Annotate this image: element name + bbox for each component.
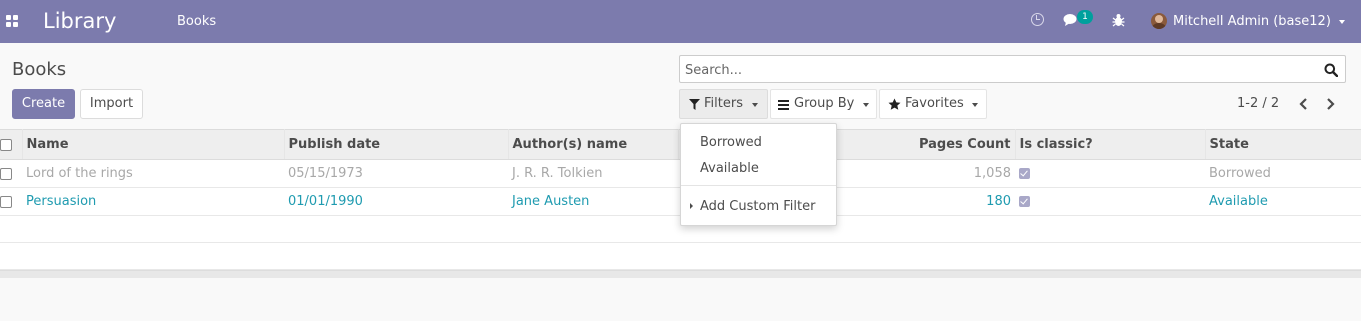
cell-name[interactable]: Persuasion bbox=[22, 187, 284, 216]
chevron-right-icon[interactable] bbox=[1323, 96, 1337, 112]
pager-value[interactable]: 1-2 / 2 bbox=[1237, 96, 1279, 112]
cell-is-classic[interactable] bbox=[1015, 187, 1205, 216]
cell-state[interactable]: Available bbox=[1205, 187, 1361, 216]
chat-count-badge: 1 bbox=[1077, 10, 1093, 24]
top-navbar: Library Books 1 Mitchell Admin (base12) bbox=[0, 0, 1361, 43]
cell-authors[interactable]: J. R. R. Tolkien bbox=[508, 159, 678, 188]
breadcrumb: Books bbox=[12, 59, 67, 80]
dropdown-divider bbox=[681, 185, 836, 186]
empty-row bbox=[0, 242, 1361, 270]
caret-right-icon bbox=[690, 203, 693, 209]
group-by-caret-icon bbox=[863, 103, 869, 107]
cell-state[interactable]: Borrowed bbox=[1205, 159, 1361, 188]
group-by-button[interactable]: Group By bbox=[770, 89, 877, 119]
select-all-checkbox[interactable] bbox=[0, 138, 12, 151]
avatar[interactable] bbox=[1151, 13, 1167, 29]
column-header-is-classic[interactable]: Is classic? bbox=[1015, 129, 1206, 160]
select-all-cell bbox=[0, 129, 23, 160]
chevron-left-icon[interactable] bbox=[1297, 96, 1311, 112]
search-icon[interactable] bbox=[1324, 63, 1338, 77]
search-box bbox=[679, 55, 1346, 83]
bug-icon[interactable] bbox=[1112, 13, 1125, 27]
empty-cell bbox=[0, 242, 1361, 270]
create-button[interactable]: Create bbox=[12, 89, 75, 119]
favorites-button[interactable]: Favorites bbox=[879, 89, 987, 119]
cell-is-classic[interactable] bbox=[1015, 159, 1205, 188]
favorites-label: Favorites bbox=[905, 96, 964, 111]
column-header-publish-date[interactable]: Publish date bbox=[284, 129, 509, 160]
menu-item-books[interactable]: Books bbox=[177, 14, 216, 30]
is-classic-checkbox bbox=[1019, 196, 1030, 207]
user-menu-name[interactable]: Mitchell Admin (base12) bbox=[1173, 14, 1331, 30]
cell-authors[interactable]: Jane Austen bbox=[508, 187, 678, 216]
filters-caret-icon bbox=[752, 103, 758, 107]
filters-button[interactable]: Filters bbox=[679, 89, 768, 119]
cell-publish-date[interactable]: 05/15/1973 bbox=[284, 159, 508, 188]
add-custom-filter-item[interactable]: Add Custom Filter bbox=[700, 199, 815, 215]
import-button[interactable]: Import bbox=[80, 89, 143, 119]
favorites-caret-icon bbox=[972, 103, 978, 107]
filters-label: Filters bbox=[704, 96, 743, 111]
filter-icon bbox=[689, 99, 700, 110]
user-menu-caret-icon[interactable] bbox=[1339, 20, 1345, 24]
table-footer bbox=[0, 270, 1361, 278]
star-icon bbox=[888, 98, 901, 110]
row-checkbox[interactable] bbox=[0, 167, 12, 180]
filter-option-available[interactable]: Available bbox=[700, 161, 759, 177]
apps-grid-icon[interactable] bbox=[6, 15, 18, 27]
row-checkbox[interactable] bbox=[0, 195, 12, 208]
cell-name[interactable]: Lord of the rings bbox=[22, 159, 284, 188]
list-icon bbox=[778, 100, 789, 110]
filters-dropdown: Borrowed Available Add Custom Filter bbox=[680, 123, 837, 226]
column-header-state[interactable]: State bbox=[1205, 129, 1361, 160]
cell-publish-date[interactable]: 01/01/1990 bbox=[284, 187, 508, 216]
clock-icon[interactable] bbox=[1031, 13, 1044, 26]
search-input[interactable] bbox=[685, 61, 1285, 79]
column-header-authors[interactable]: Author(s) name bbox=[508, 129, 679, 160]
group-by-label: Group By bbox=[794, 96, 855, 111]
is-classic-checkbox bbox=[1019, 168, 1030, 179]
row-select-cell bbox=[0, 187, 22, 216]
column-header-name[interactable]: Name bbox=[22, 129, 285, 160]
app-title[interactable]: Library bbox=[43, 8, 116, 34]
filter-option-borrowed[interactable]: Borrowed bbox=[700, 135, 762, 151]
row-select-cell bbox=[0, 159, 22, 188]
